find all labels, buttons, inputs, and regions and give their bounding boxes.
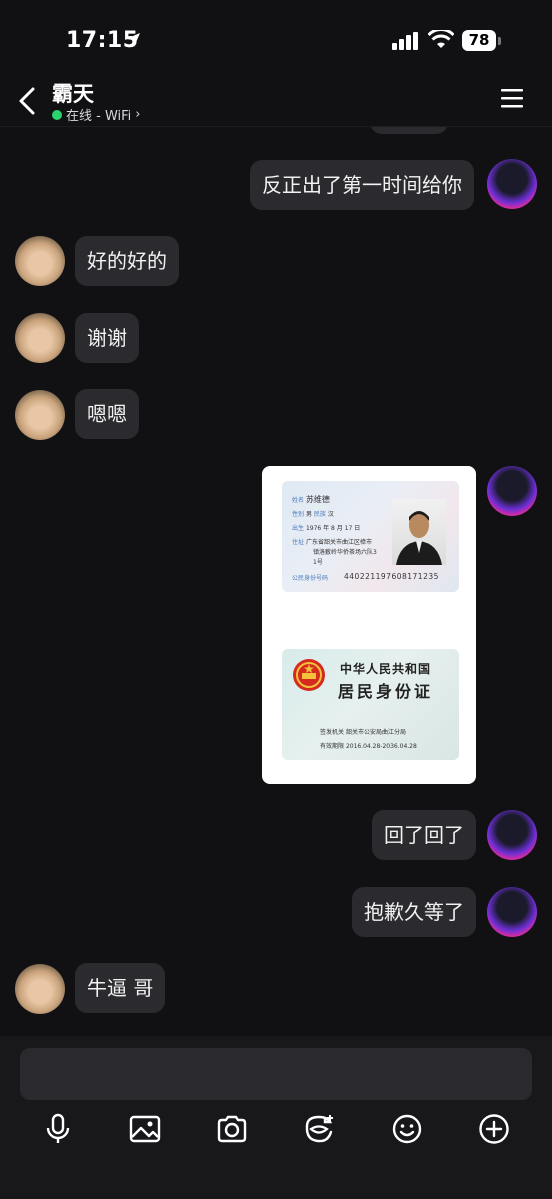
my-avatar[interactable] <box>487 466 537 516</box>
emoji-icon[interactable] <box>390 1112 424 1146</box>
menu-icon[interactable] <box>500 87 526 109</box>
my-avatar[interactable] <box>487 159 537 209</box>
contact-avatar[interactable] <box>15 390 65 440</box>
presence-text: 在线 - WiFi <box>66 109 132 124</box>
message-bubble[interactable]: 嗯嗯 <box>75 389 139 439</box>
id-card-back: 中华人民共和国 居民身份证 签发机关 韶关市公安局曲江分局 有效期限 2016.… <box>282 649 459 760</box>
wifi-icon <box>428 30 454 48</box>
my-avatar[interactable] <box>487 887 537 937</box>
message-bubble[interactable]: 谢谢 <box>75 313 139 363</box>
sticker-icon[interactable] <box>302 1112 336 1146</box>
message-bubble[interactable]: 抱歉久等了 <box>352 887 476 937</box>
national-emblem-icon <box>293 659 325 691</box>
online-dot-icon <box>52 109 62 120</box>
my-avatar[interactable] <box>487 810 537 860</box>
message-bubble[interactable]: 牛逼 哥 <box>75 963 166 1013</box>
id-card-front: 姓名 苏维德 性别 男 民族 汉 出生 1976 年 8 月 17 日 住址 广… <box>282 481 459 592</box>
cellular-signal-icon <box>392 32 418 50</box>
chevron-right-icon: › <box>135 107 141 122</box>
image-icon[interactable] <box>128 1112 162 1146</box>
image-message-id-card[interactable]: 姓名 苏维德 性别 男 民族 汉 出生 1976 年 8 月 17 日 住址 广… <box>262 466 476 784</box>
composer <box>0 1036 552 1199</box>
message-bubble[interactable]: 反正出了第一时间给你 <box>250 160 474 210</box>
contact-avatar[interactable] <box>15 313 65 363</box>
message-input[interactable] <box>20 1048 532 1100</box>
camera-icon[interactable] <box>215 1112 249 1146</box>
location-arrow-icon <box>126 33 140 47</box>
id-photo <box>392 499 446 565</box>
presence-status[interactable]: 在线 - WiFi › <box>52 105 140 124</box>
microphone-icon[interactable] <box>41 1112 75 1146</box>
plus-icon[interactable] <box>477 1112 511 1146</box>
contact-avatar[interactable] <box>15 964 65 1014</box>
message-bubble[interactable]: 回了回了 <box>372 810 476 860</box>
chat-header: 霸天 在线 - WiFi › <box>0 78 552 127</box>
contact-name[interactable]: 霸天 <box>52 78 94 108</box>
contact-avatar[interactable] <box>15 236 65 286</box>
back-chevron-icon[interactable] <box>16 83 38 119</box>
battery-tip <box>498 37 501 45</box>
battery-indicator: 78 <box>462 30 496 51</box>
status-bar: 17:15 78 <box>0 0 552 78</box>
message-bubble[interactable]: 好的好的 <box>75 236 179 286</box>
